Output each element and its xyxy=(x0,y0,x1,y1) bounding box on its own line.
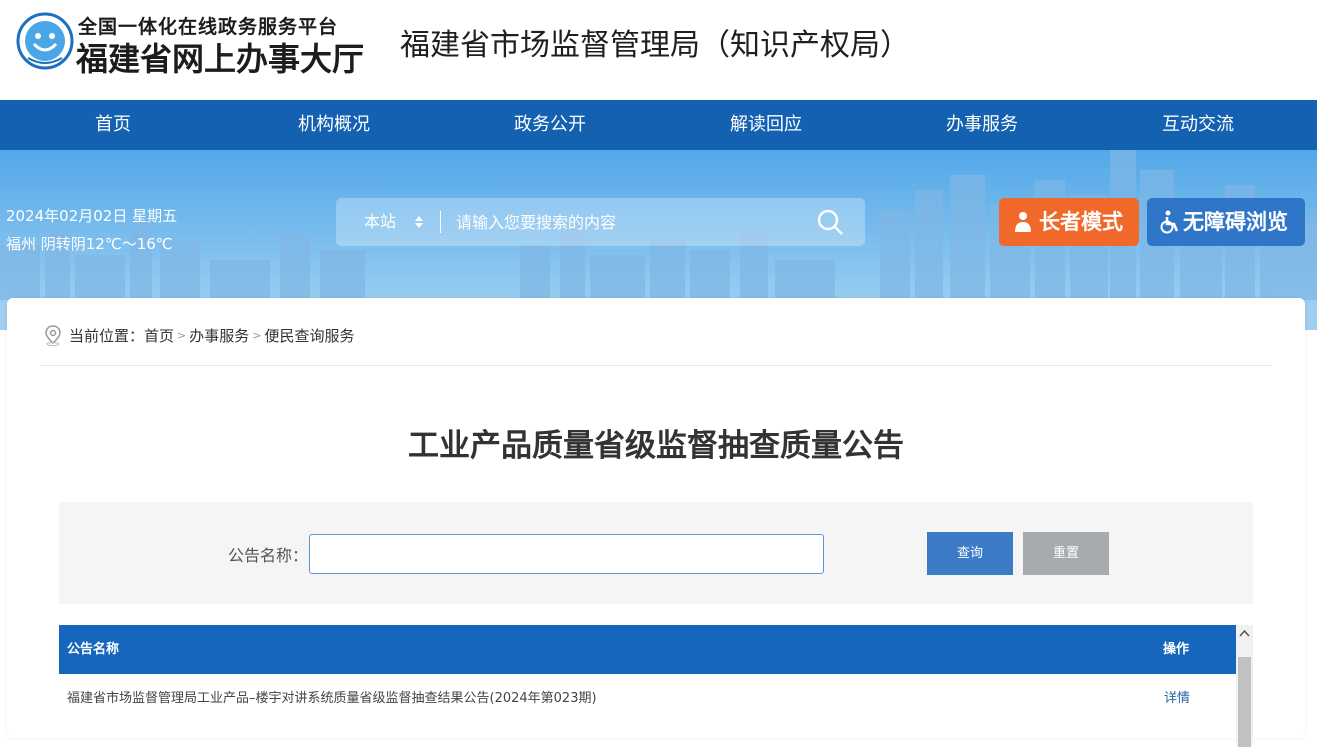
nav-item-services[interactable]: 办事服务 xyxy=(874,100,1090,150)
weather-text: 福州 阴转阴12℃～16℃ xyxy=(6,235,173,253)
announcement-name-input[interactable] xyxy=(309,534,824,574)
breadcrumb-separator: > xyxy=(177,328,187,342)
nav-item-gov-info[interactable]: 政务公开 xyxy=(442,100,658,150)
scroll-up-arrow-icon[interactable] xyxy=(1236,625,1253,642)
accessibility-label: 无障碍浏览 xyxy=(1183,210,1288,234)
breadcrumb-services[interactable]: 办事服务 xyxy=(189,325,249,346)
search-scope-select[interactable]: 本站 xyxy=(364,198,396,246)
scroll-thumb[interactable] xyxy=(1238,657,1251,747)
query-button[interactable]: 查询 xyxy=(927,532,1013,575)
main-nav: 首页 机构概况 政务公开 解读回应 办事服务 互动交流 xyxy=(0,100,1317,150)
site-search: 本站 xyxy=(336,198,865,246)
page-title: 工业产品质量省级监督抽查质量公告 xyxy=(408,428,904,464)
current-date: 2024年02月02日 星期五 xyxy=(6,207,178,225)
query-form: 公告名称： 查询 重置 xyxy=(59,502,1253,604)
breadcrumb: 当前位置： 首页 > 办事服务 > 便民查询服务 xyxy=(43,324,355,346)
breadcrumb-divider xyxy=(40,365,1272,366)
nav-item-interaction[interactable]: 互动交流 xyxy=(1090,100,1306,150)
site-header: 全国一体化在线政务服务平台 福建省网上办事大厅 福建省市场监督管理局（知识产权局… xyxy=(0,0,1317,100)
elder-mode-label: 长者模式 xyxy=(1039,210,1123,234)
search-icon[interactable] xyxy=(816,208,844,236)
smiley-emblem-icon xyxy=(16,12,74,70)
search-divider xyxy=(440,211,441,233)
reset-button[interactable]: 重置 xyxy=(1023,532,1109,575)
announcement-name-label: 公告名称： xyxy=(228,546,309,565)
site-logo[interactable]: 全国一体化在线政务服务平台 福建省网上办事大厅 xyxy=(16,10,382,78)
search-input[interactable] xyxy=(456,198,806,246)
breadcrumb-home[interactable]: 首页 xyxy=(144,325,174,346)
wheelchair-icon xyxy=(1160,210,1179,234)
breadcrumb-prefix: 当前位置： xyxy=(69,326,145,345)
nav-item-interpretation[interactable]: 解读回应 xyxy=(658,100,874,150)
table-header: 公告名称 操作 xyxy=(59,625,1236,674)
results-table: 公告名称 操作 福建省市场监督管理局工业产品–楼宇对讲系统质量省级监督抽查结果公… xyxy=(59,625,1253,747)
nav-item-home[interactable]: 首页 xyxy=(0,100,226,150)
location-pin-icon xyxy=(45,325,61,346)
accessibility-button[interactable]: 无障碍浏览 xyxy=(1147,198,1305,246)
nav-item-about[interactable]: 机构概况 xyxy=(226,100,442,150)
logo-hall-text: 福建省网上办事大厅 xyxy=(76,40,365,78)
column-header-name: 公告名称 xyxy=(67,642,120,657)
elder-mode-button[interactable]: 长者模式 xyxy=(999,198,1139,246)
elder-person-icon xyxy=(1015,212,1031,232)
breadcrumb-query-service[interactable]: 便民查询服务 xyxy=(264,325,354,346)
date-weather: 2024年02月02日 星期五 福州 阴转阴12℃～16℃ xyxy=(6,202,177,258)
content-panel: 当前位置： 首页 > 办事服务 > 便民查询服务 工业产品质量省级监督抽查质量公… xyxy=(7,298,1305,747)
column-header-action: 操作 xyxy=(1163,642,1190,657)
table-scrollbar[interactable] xyxy=(1236,625,1253,747)
org-title: 福建省市场监督管理局（知识产权局） xyxy=(400,28,910,63)
breadcrumb-separator: > xyxy=(252,328,262,342)
sort-arrows-icon[interactable] xyxy=(414,214,424,230)
